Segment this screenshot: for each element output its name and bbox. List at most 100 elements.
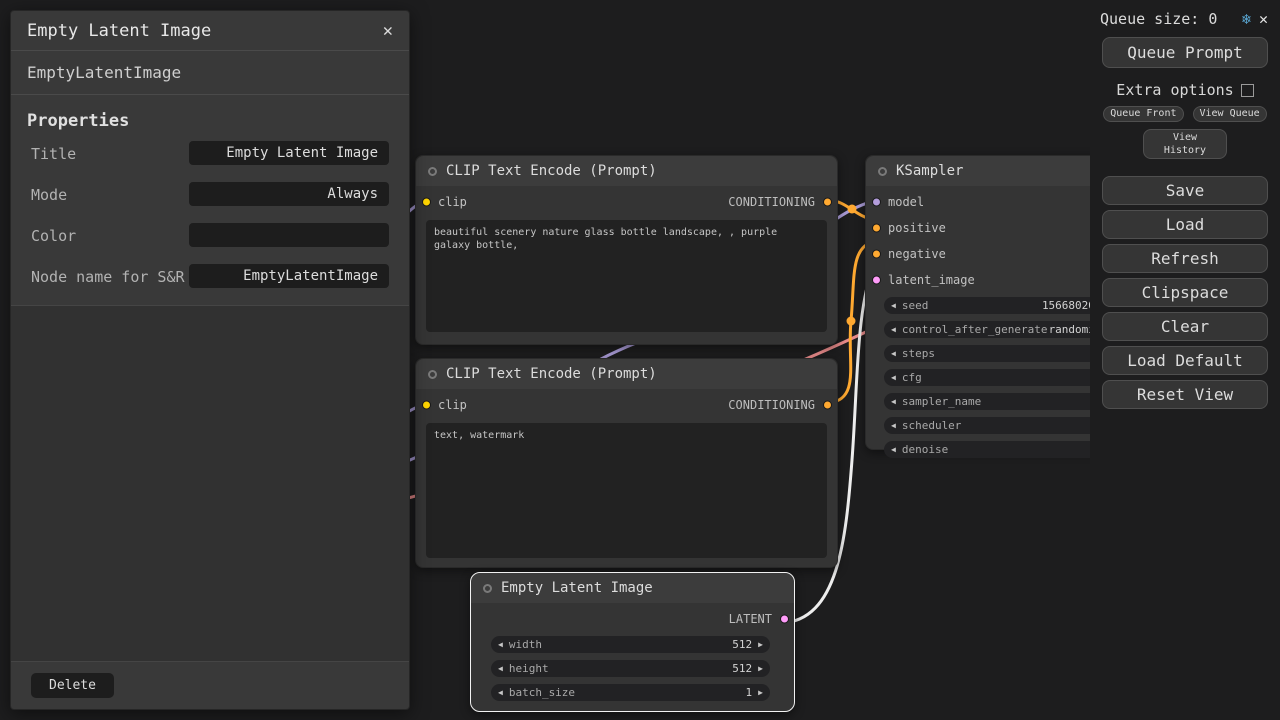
decrement-arrow-icon[interactable]: ◀	[498, 641, 503, 649]
comfyui-menu: Queue size: 0 ❄ ✕ Queue Prompt Extra opt…	[1090, 0, 1280, 720]
widget-label: control_after_generate	[902, 323, 1048, 336]
widget-label: batch_size	[509, 686, 575, 699]
node-clip-text-encode-positive[interactable]: CLIP Text Encode (Prompt) clip CONDITION…	[415, 155, 838, 345]
queue-size-label: Queue size: 0	[1100, 10, 1234, 28]
decrement-arrow-icon[interactable]: ◀	[891, 446, 896, 454]
widget-label: seed	[902, 299, 929, 312]
latent-image-input-port[interactable]	[872, 276, 881, 285]
widget-label: sampler_name	[902, 395, 981, 408]
load-default-button[interactable]: Load Default	[1102, 346, 1268, 375]
positive-input-port[interactable]	[872, 224, 881, 233]
field-label: Node name for S&R	[31, 264, 189, 287]
node-title-bar[interactable]: Empty Latent Image	[471, 573, 794, 603]
node-title: CLIP Text Encode (Prompt)	[446, 163, 657, 179]
field-label: Color	[31, 223, 189, 246]
collapse-toggle-icon[interactable]	[483, 584, 492, 593]
decrement-arrow-icon[interactable]: ◀	[891, 422, 896, 430]
field-label: Mode	[31, 182, 189, 205]
load-button[interactable]: Load	[1102, 210, 1268, 239]
node-name-snr-field[interactable]: EmptyLatentImage	[189, 264, 389, 288]
latent-output-port[interactable]	[780, 615, 789, 624]
properties-section-title: Properties	[11, 95, 409, 141]
decrement-arrow-icon[interactable]: ◀	[891, 326, 896, 334]
model-input-port[interactable]	[872, 198, 881, 207]
view-queue-button[interactable]: View Queue	[1193, 106, 1267, 122]
increment-arrow-icon[interactable]: ▶	[758, 641, 763, 649]
input-label: clip	[438, 195, 467, 209]
extra-options-checkbox[interactable]	[1241, 84, 1254, 97]
clipspace-button[interactable]: Clipspace	[1102, 278, 1268, 307]
widget-value: 512	[732, 662, 752, 675]
widget-label: height	[509, 662, 549, 675]
field-node-name-snr: Node name for S&R EmptyLatentImage	[11, 264, 409, 288]
link-dot	[848, 205, 857, 214]
node-title: CLIP Text Encode (Prompt)	[446, 366, 657, 382]
node-title: KSampler	[896, 163, 963, 179]
increment-arrow-icon[interactable]: ▶	[758, 665, 763, 673]
conditioning-output-port[interactable]	[823, 198, 832, 207]
link-dot	[847, 317, 856, 326]
refresh-button[interactable]: Refresh	[1102, 244, 1268, 273]
widget-label: scheduler	[902, 419, 962, 432]
widget-label: cfg	[902, 371, 922, 384]
widget-label: steps	[902, 347, 935, 360]
node-graph-canvas[interactable]: CLIP Text Encode (Prompt) clip CONDITION…	[0, 0, 1280, 720]
clip-input-port[interactable]	[422, 198, 431, 207]
close-icon[interactable]: ✕	[383, 21, 393, 41]
input-label: latent_image	[888, 273, 975, 287]
node-title-bar[interactable]: CLIP Text Encode (Prompt)	[416, 156, 837, 186]
save-button[interactable]: Save	[1102, 176, 1268, 205]
collapse-toggle-icon[interactable]	[428, 167, 437, 176]
negative-input-port[interactable]	[872, 250, 881, 259]
decrement-arrow-icon[interactable]: ◀	[891, 374, 896, 382]
prompt-textarea[interactable]: text, watermark	[426, 423, 827, 558]
widget-batch-size[interactable]: ◀ batch_size 1 ▶	[491, 684, 770, 701]
view-history-label: View History	[1162, 131, 1208, 157]
prompt-textarea[interactable]: beautiful scenery nature glass bottle la…	[426, 220, 827, 332]
color-field[interactable]	[189, 223, 389, 247]
node-class-name: EmptyLatentImage	[11, 51, 409, 95]
node-clip-text-encode-negative[interactable]: CLIP Text Encode (Prompt) clip CONDITION…	[415, 358, 838, 568]
widget-value: 1	[746, 686, 753, 699]
field-title: Title Empty Latent Image	[11, 141, 409, 165]
queue-front-button[interactable]: Queue Front	[1103, 106, 1183, 122]
widget-label: width	[509, 638, 542, 651]
node-empty-latent-image[interactable]: Empty Latent Image LATENT ◀ width 512 ▶ …	[470, 572, 795, 712]
conditioning-output-port[interactable]	[823, 401, 832, 410]
mode-field[interactable]: Always	[189, 182, 389, 206]
reset-view-button[interactable]: Reset View	[1102, 380, 1268, 409]
decrement-arrow-icon[interactable]: ◀	[498, 665, 503, 673]
field-label: Title	[31, 141, 189, 164]
close-icon[interactable]: ✕	[1259, 10, 1268, 28]
collapse-toggle-icon[interactable]	[878, 167, 887, 176]
title-field[interactable]: Empty Latent Image	[189, 141, 389, 165]
output-label: CONDITIONING	[728, 195, 815, 209]
output-label: LATENT	[729, 612, 772, 626]
clip-input-port[interactable]	[422, 401, 431, 410]
decrement-arrow-icon[interactable]: ◀	[891, 398, 896, 406]
widget-value: 512	[732, 638, 752, 651]
collapse-toggle-icon[interactable]	[428, 370, 437, 379]
panel-empty-area	[11, 306, 409, 661]
snowflake-icon[interactable]: ❄	[1242, 10, 1251, 28]
input-label: positive	[888, 221, 946, 235]
queue-prompt-button[interactable]: Queue Prompt	[1102, 37, 1268, 68]
field-mode: Mode Always	[11, 182, 409, 206]
widget-height[interactable]: ◀ height 512 ▶	[491, 660, 770, 677]
output-label: CONDITIONING	[728, 398, 815, 412]
field-color: Color	[11, 223, 409, 247]
view-history-button[interactable]: View History	[1143, 129, 1227, 159]
widget-label: denoise	[902, 443, 948, 456]
input-label: clip	[438, 398, 467, 412]
clear-button[interactable]: Clear	[1102, 312, 1268, 341]
node-title-bar[interactable]: CLIP Text Encode (Prompt)	[416, 359, 837, 389]
decrement-arrow-icon[interactable]: ◀	[891, 350, 896, 358]
input-label: model	[888, 195, 924, 209]
decrement-arrow-icon[interactable]: ◀	[891, 302, 896, 310]
increment-arrow-icon[interactable]: ▶	[758, 689, 763, 697]
properties-panel: Empty Latent Image ✕ EmptyLatentImage Pr…	[10, 10, 410, 710]
delete-button[interactable]: Delete	[31, 673, 114, 698]
widget-width[interactable]: ◀ width 512 ▶	[491, 636, 770, 653]
properties-panel-title: Empty Latent Image	[27, 21, 211, 41]
decrement-arrow-icon[interactable]: ◀	[498, 689, 503, 697]
